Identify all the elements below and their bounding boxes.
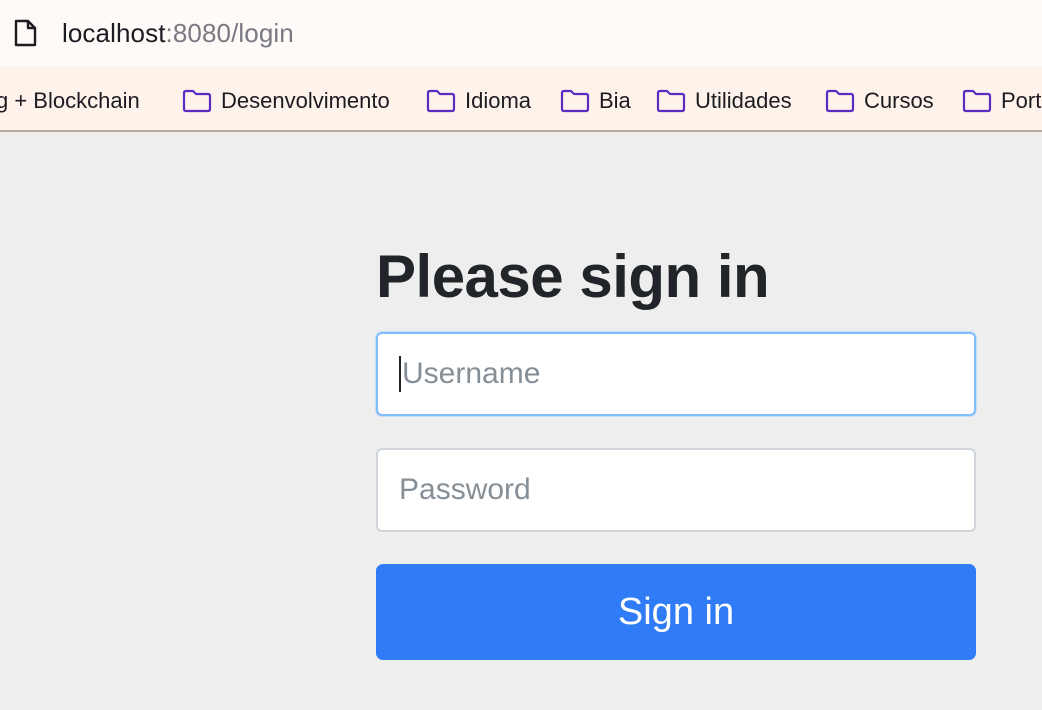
username-placeholder: Username <box>402 357 541 390</box>
username-input[interactable]: Username <box>376 332 976 416</box>
password-placeholder: Password <box>399 473 531 506</box>
bookmark-label: Utilidades <box>695 88 792 113</box>
page-content: Please sign in Username Password Sign in <box>0 132 1042 710</box>
folder-icon <box>182 89 212 113</box>
page-title: Please sign in <box>376 243 770 310</box>
bookmark-label: g + Blockchain <box>0 88 140 113</box>
folder-icon <box>656 89 686 113</box>
folder-icon <box>426 89 456 113</box>
bookmark-blockchain[interactable]: g + Blockchain <box>0 86 140 116</box>
password-input[interactable]: Password <box>376 448 976 532</box>
bookmark-label: Port <box>1001 88 1042 113</box>
sign-in-button[interactable]: Sign in <box>376 564 976 660</box>
folder-icon <box>560 89 590 113</box>
bookmark-folder-port[interactable]: Port <box>962 86 1041 116</box>
bookmark-folder-bia[interactable]: Bia <box>560 86 631 116</box>
folder-icon <box>825 89 855 113</box>
bookmark-label: Bia <box>599 88 631 113</box>
url-host: localhost <box>62 17 166 48</box>
url-path: :8080/login <box>165 17 294 48</box>
text-caret <box>399 356 401 392</box>
url-text[interactable]: localhost:8080/login <box>62 18 294 49</box>
bookmark-folder-idioma[interactable]: Idioma <box>426 86 531 116</box>
folder-icon <box>962 89 992 113</box>
bookmarks-toolbar: g + Blockchain Desenvolvimento Idioma Bi… <box>0 66 1042 132</box>
bookmark-folder-desenvolvimento[interactable]: Desenvolvimento <box>182 86 390 116</box>
bookmark-label: Idioma <box>465 88 532 113</box>
bookmark-folder-cursos[interactable]: Cursos <box>825 86 934 116</box>
bookmark-folder-utilidades[interactable]: Utilidades <box>656 86 792 116</box>
page-icon <box>13 19 37 47</box>
address-bar[interactable]: localhost:8080/login <box>0 0 1042 66</box>
bookmark-label: Desenvolvimento <box>221 88 390 113</box>
sign-in-label: Sign in <box>617 590 735 633</box>
bookmark-label: Cursos <box>864 88 934 113</box>
